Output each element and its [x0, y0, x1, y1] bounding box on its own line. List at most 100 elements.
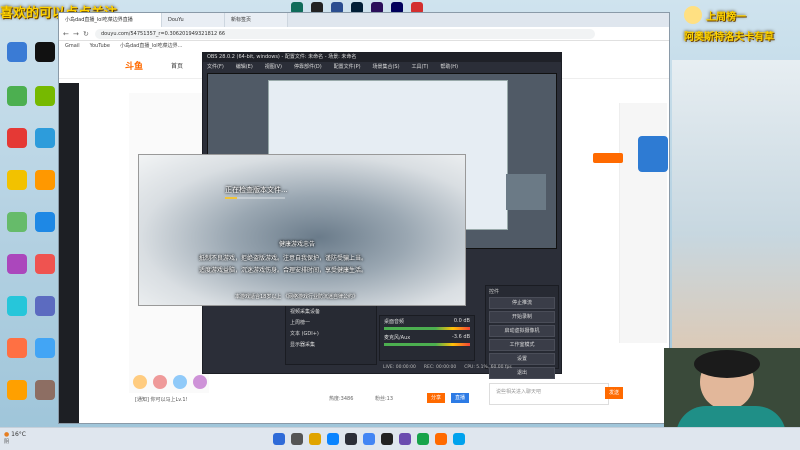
mixer-channel-name: 桌面音频: [384, 319, 405, 325]
bookmark-item[interactable]: YouTube: [90, 41, 110, 51]
gift-icon[interactable]: [133, 375, 147, 389]
site-nav-home[interactable]: 首页: [171, 61, 183, 70]
obs-menu-item[interactable]: 帮助(H): [440, 64, 458, 70]
loader-progress-track: [225, 197, 285, 199]
desktop-icon[interactable]: [30, 210, 60, 248]
studio-mode-button[interactable]: 工作室模式: [489, 339, 555, 351]
taskbar-apps: [270, 433, 468, 445]
controls-header: 控件: [489, 289, 500, 295]
gift-icon[interactable]: [153, 375, 167, 389]
source-item[interactable]: 视频采集设备: [286, 306, 376, 317]
share-button[interactable]: 分享: [427, 393, 445, 403]
start-recording-button[interactable]: 开始录制: [489, 311, 555, 323]
app-icon[interactable]: [453, 433, 465, 445]
chrome-icon[interactable]: [363, 433, 375, 445]
desktop-icon[interactable]: [30, 378, 60, 416]
bookmark-item[interactable]: Gmail: [65, 41, 80, 51]
search-icon[interactable]: [291, 433, 303, 445]
weather-desc: 阴: [4, 439, 10, 445]
desktop-icon[interactable]: [30, 168, 60, 206]
obs-icon[interactable]: [345, 433, 357, 445]
obs-menu-item[interactable]: 文件(F): [207, 64, 224, 70]
obs-menu-item[interactable]: 配置文件(P): [334, 64, 361, 70]
health-notice-line: 适度游戏益脑，沉迷游戏伤身。合理安排时间，享受健康生活。: [199, 267, 368, 274]
desktop-icon[interactable]: [2, 210, 32, 248]
health-notice-title: 健康游戏忠告: [279, 241, 316, 248]
chat-send-button[interactable]: 发送: [605, 387, 623, 399]
app-icon[interactable]: [417, 433, 429, 445]
room-stat: 热度:3486: [329, 396, 354, 402]
desktop-icon[interactable]: [2, 84, 32, 122]
desktop-icon[interactable]: [30, 84, 60, 122]
edge-icon[interactable]: [327, 433, 339, 445]
desktop-icon[interactable]: [2, 168, 32, 206]
tab-strip: 小岛dad直播_lol吃菜边界直播 DouYu 新标签页: [59, 13, 669, 27]
leaderboard-overlay: 上周榜一 阿奥斯特洛夫卡有草: [684, 6, 800, 46]
address-bar-row: ← → ↻ douyu.com/54751357_r=0.30620194932…: [59, 27, 669, 41]
obs-menu-item[interactable]: 停靠部件(D): [294, 64, 322, 70]
gift-icon[interactable]: [193, 375, 207, 389]
address-input[interactable]: douyu.com/54751357_r=0.306201949321812 6…: [95, 29, 595, 39]
obs-menu-item[interactable]: 编辑(E): [236, 64, 253, 70]
desktop-wallpaper-right: [672, 60, 800, 350]
desktop-icon[interactable]: [2, 378, 32, 416]
mixer-channel-db: -3.6 dB: [452, 334, 470, 340]
stop-stream-button[interactable]: 停止推流: [489, 297, 555, 309]
weather-icon: ●: [4, 431, 10, 438]
desktop-icon[interactable]: [2, 336, 32, 374]
start-icon[interactable]: [273, 433, 285, 445]
desktop-icon[interactable]: [30, 336, 60, 374]
file-explorer-icon[interactable]: [309, 433, 321, 445]
mascot-icon: [684, 6, 702, 24]
age-rating-footer: 本游戏适合18岁以上 《网络游戏行业防沉迷自律公约》: [235, 294, 358, 300]
back-icon[interactable]: ←: [63, 30, 69, 38]
site-left-sidebar: [59, 83, 79, 423]
bookmark-item[interactable]: 小岛dad直播_lol吃菜边界...: [120, 41, 183, 51]
app-icon[interactable]: [435, 433, 447, 445]
desktop-icon[interactable]: [30, 252, 60, 290]
source-item[interactable]: 显示器采集: [286, 339, 376, 350]
source-item[interactable]: 文本 (GDI+): [286, 328, 376, 339]
reload-icon[interactable]: ↻: [83, 30, 89, 38]
settings-button[interactable]: 设置: [489, 353, 555, 365]
loader-progress-fill: [225, 197, 237, 199]
desktop-icon[interactable]: [2, 252, 32, 290]
virtual-camera-button[interactable]: 启动虚拟摄像机: [489, 325, 555, 337]
app-icon[interactable]: [381, 433, 393, 445]
desktop-icon[interactable]: [30, 294, 60, 332]
desktop-icon[interactable]: [2, 294, 32, 332]
obs-menu-item[interactable]: 视图(V): [265, 64, 282, 70]
room-stat: 粉丝:13: [375, 396, 394, 402]
site-logo[interactable]: 斗鱼: [125, 59, 143, 72]
weather-widget[interactable]: ● 16°C 阴: [4, 431, 26, 445]
obs-controls-panel: 控件 停止推流 开始录制 启动虚拟摄像机 工作室模式 设置 退出: [485, 285, 559, 379]
game-launcher-splash: 正在检查版本文件... 健康游戏忠告 抵制不良游戏，拒绝盗版游戏。注意自我保护，…: [138, 154, 466, 306]
chat-input[interactable]: 说些相关进入聊天吧: [489, 383, 609, 405]
source-item[interactable]: 上周榜一: [286, 317, 376, 328]
forward-icon[interactable]: →: [73, 30, 79, 38]
app-icon[interactable]: [399, 433, 411, 445]
bookmarks-bar: Gmail YouTube 小岛dad直播_lol吃菜边界...: [59, 41, 669, 51]
desktop-icon[interactable]: [30, 126, 60, 164]
desktop-icon-grid: [2, 40, 58, 420]
desktop-icon[interactable]: [2, 126, 32, 164]
mixer-channel-name: 麦克风/Aux: [384, 335, 411, 341]
browser-tab[interactable]: 小岛dad直播_lol吃菜边界直播: [59, 13, 162, 27]
obs-menu-item[interactable]: 场景集合(S): [372, 64, 399, 70]
obs-status-bar: LIVE: 00:00:00 REC: 00:00:00 CPU: 5.1%, …: [383, 365, 559, 373]
mixer-channel: 麦克风/Aux -3.6 dB: [380, 330, 474, 343]
streamer-shirt: [676, 406, 786, 427]
streamer-hair: [694, 350, 760, 378]
weather-temp: 16°C: [11, 431, 26, 438]
desktop-icon[interactable]: [2, 40, 32, 78]
obs-menu-item[interactable]: 工具(T): [411, 64, 428, 70]
promo-button[interactable]: [593, 153, 623, 163]
gift-icon[interactable]: [173, 375, 187, 389]
health-notice-line: 抵制不良游戏，拒绝盗版游戏。注意自我保护，谨防受骗上当。: [199, 255, 368, 262]
streamer-webcam: [664, 348, 800, 427]
obs-sources-panel: 视频采集设备 上周榜一 文本 (GDI+) 显示器采集: [285, 305, 377, 365]
desktop-icon[interactable]: [30, 40, 60, 78]
live-button[interactable]: 直播: [451, 393, 469, 403]
browser-tab[interactable]: DouYu: [162, 13, 225, 27]
browser-tab[interactable]: 新标签页: [225, 13, 288, 27]
